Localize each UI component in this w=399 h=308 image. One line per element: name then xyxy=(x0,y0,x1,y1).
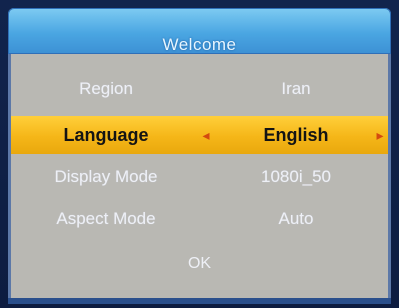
setting-row-region[interactable]: Region Iran xyxy=(11,70,388,108)
setting-value: English xyxy=(263,125,329,145)
ok-button[interactable]: OK xyxy=(11,252,388,276)
setting-label: Aspect Mode xyxy=(56,209,156,228)
settings-panel: Region Iran Language ◂ English ▸ Display… xyxy=(8,54,391,298)
left-arrow-icon[interactable]: ◂ xyxy=(201,128,211,142)
setting-value: 1080i_50 xyxy=(261,167,331,186)
setting-value: Iran xyxy=(281,79,311,98)
setting-value: Auto xyxy=(278,209,314,228)
dialog-title: Welcome xyxy=(162,35,237,54)
setting-label: Language xyxy=(63,125,149,145)
dialog-header: Welcome xyxy=(8,8,391,54)
right-arrow-icon[interactable]: ▸ xyxy=(375,128,385,142)
setting-label: Region xyxy=(79,79,133,98)
setting-row-display-mode[interactable]: Display Mode 1080i_50 xyxy=(11,158,388,196)
welcome-screen: Welcome Region Iran Language ◂ English ▸… xyxy=(0,0,399,308)
setting-row-aspect-mode[interactable]: Aspect Mode Auto xyxy=(11,200,388,238)
setting-row-language[interactable]: Language ◂ English ▸ xyxy=(11,116,388,154)
dialog-bottom-border xyxy=(8,298,391,304)
setting-label: Display Mode xyxy=(54,167,158,186)
